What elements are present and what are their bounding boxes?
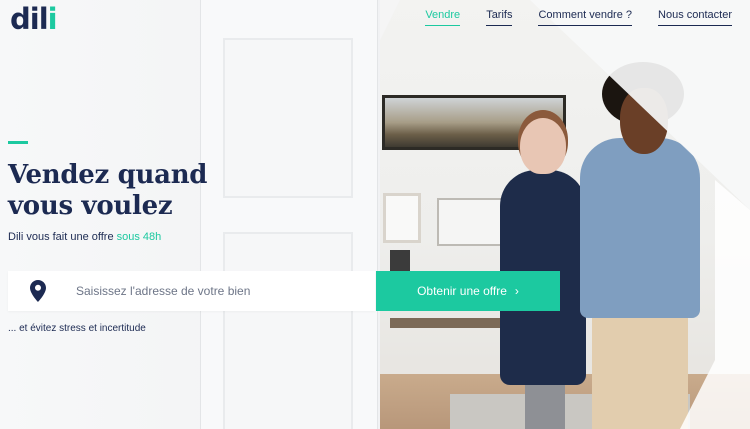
get-offer-button-label: Obtenir une offre	[417, 284, 507, 298]
person-man	[580, 138, 700, 318]
nav-item-nous-contacter[interactable]: Nous contacter	[658, 9, 732, 26]
chevron-right-icon: ›	[514, 284, 519, 298]
hero-photo	[380, 0, 750, 429]
wall-frame	[437, 198, 507, 246]
logo-text: dil	[10, 2, 49, 36]
address-input[interactable]	[76, 284, 366, 298]
hero-subline: Dili vous fait une offre sous 48h	[8, 231, 162, 243]
address-search-bar	[8, 271, 375, 311]
subline-highlight: sous 48h	[116, 231, 162, 243]
hero-tagline: ... et évitez stress et incertitude	[8, 323, 146, 334]
nav-item-comment-vendre[interactable]: Comment vendre ?	[538, 9, 633, 26]
hero-headline: Vendez quand vous voulez	[8, 160, 208, 221]
wall-frame	[383, 193, 421, 243]
nav-item-vendre[interactable]: Vendre	[425, 9, 461, 26]
accent-dash	[8, 141, 28, 144]
logo[interactable]: dili	[10, 5, 58, 34]
main-nav: Vendre Tarifs Comment vendre ? Nous cont…	[425, 9, 732, 26]
logo-accent: i	[47, 2, 58, 36]
nav-item-tarifs[interactable]: Tarifs	[486, 9, 513, 26]
get-offer-button[interactable]: Obtenir une offre ›	[376, 271, 560, 311]
location-pin-icon	[30, 280, 46, 302]
